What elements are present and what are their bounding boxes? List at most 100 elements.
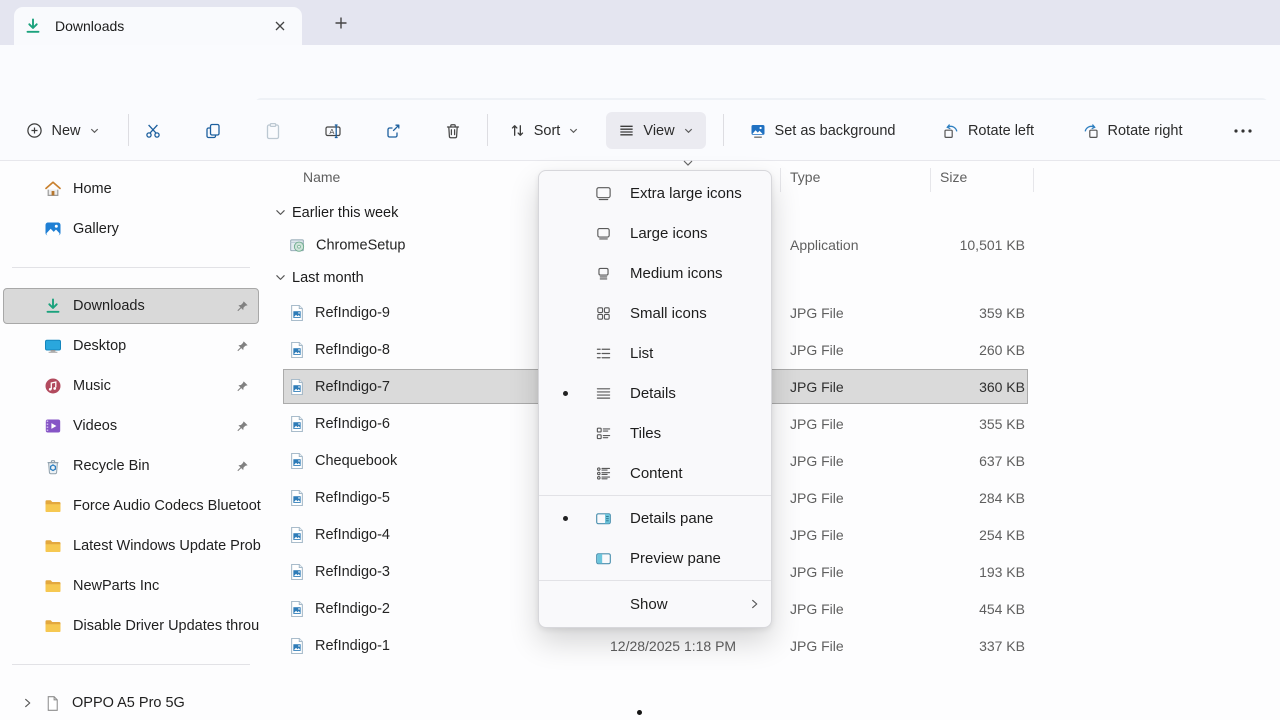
menu-item-extra-large-icons[interactable]: Extra large icons (539, 173, 771, 213)
file-size: 337 KB (890, 638, 1025, 654)
menu-item-preview-pane[interactable]: Preview pane (539, 538, 771, 578)
music-icon (44, 377, 62, 395)
paste-button[interactable] (253, 112, 293, 149)
view-hamburger-icon (618, 122, 635, 139)
sidebar-divider (12, 267, 250, 268)
sidebar-item-desktop[interactable]: Desktop (0, 326, 262, 366)
file-type: JPG File (790, 305, 844, 321)
sort-icon (509, 122, 526, 139)
file-size: 359 KB (890, 305, 1025, 321)
rotate-right-button[interactable]: Rotate right (1068, 112, 1196, 149)
column-header-size[interactable]: Size (940, 169, 967, 185)
menu-item-label: Large icons (630, 225, 759, 242)
small-icons-icon (595, 305, 612, 322)
cut-icon (144, 122, 162, 140)
wallpaper-image-icon (749, 122, 767, 140)
sidebar-item-gallery[interactable]: Gallery (0, 209, 262, 249)
menu-item-large-icons[interactable]: Large icons (539, 213, 771, 253)
sidebar-item-recycle-bin[interactable]: Recycle Bin (0, 446, 262, 486)
sort-button[interactable]: Sort (498, 112, 590, 149)
rotate-left-button[interactable]: Rotate left (928, 112, 1048, 149)
downloads-icon (44, 297, 62, 315)
file-name-cell: RefIndigo-6 (289, 415, 390, 433)
file-row-refindigo-1[interactable]: RefIndigo-112/28/2025 1:18 PMJPG File337… (262, 627, 1280, 664)
command-toolbar: New A Sort (0, 100, 1280, 161)
file-name-cell: RefIndigo-7 (289, 378, 390, 396)
folder-icon (44, 577, 62, 595)
chevron-down-icon (568, 125, 579, 136)
chevron-down-icon (683, 125, 694, 136)
file-name-cell: ChromeSetup (289, 237, 405, 254)
menu-item-details-pane[interactable]: Details pane (539, 498, 771, 538)
navigation-bar: Downloads (0, 45, 1280, 100)
file-size: 454 KB (890, 601, 1025, 617)
menu-separator (539, 580, 771, 581)
sidebar-item-oppo-a5-pro-5g[interactable]: OPPO A5 Pro 5G (0, 683, 262, 720)
group-label: Last month (292, 270, 364, 286)
file-name: Chequebook (315, 453, 397, 469)
more-options-button[interactable] (1221, 112, 1265, 149)
menu-item-label: Details (630, 385, 759, 402)
sidebar-item-force-audio-codecs-bluetoot[interactable]: Force Audio Codecs Bluetoot (0, 486, 262, 526)
menu-bullet-zone (561, 391, 595, 396)
rotate-right-icon (1082, 122, 1100, 140)
menu-item-tiles[interactable]: Tiles (539, 413, 771, 453)
tab-close-icon[interactable] (268, 14, 292, 38)
sidebar-item-videos[interactable]: Videos (0, 406, 262, 446)
page-icon (44, 695, 61, 712)
file-type: JPG File (790, 379, 844, 395)
sidebar-item-home[interactable]: Home (0, 169, 262, 209)
jpg-icon (289, 600, 305, 618)
menu-separator (539, 495, 771, 496)
menu-item-small-icons[interactable]: Small icons (539, 293, 771, 333)
trash-icon (444, 122, 462, 140)
menu-item-medium-icons[interactable]: Medium icons (539, 253, 771, 293)
rename-button[interactable]: A (313, 112, 353, 149)
share-icon (384, 122, 402, 140)
folder-icon (44, 537, 62, 555)
column-header-name[interactable]: Name (303, 169, 340, 185)
new-button[interactable]: New (16, 112, 110, 149)
view-button[interactable]: View (606, 112, 706, 149)
copy-button[interactable] (193, 112, 233, 149)
menu-icon-zone (595, 385, 622, 402)
file-name: RefIndigo-1 (315, 638, 390, 654)
sidebar-item-label: OPPO A5 Pro 5G (72, 695, 262, 711)
installer-icon (289, 237, 306, 254)
file-type: JPG File (790, 342, 844, 358)
sidebar-item-music[interactable]: Music (0, 366, 262, 406)
sidebar-item-label: Home (73, 181, 262, 197)
set-as-background-button[interactable]: Set as background (733, 112, 911, 149)
file-type: JPG File (790, 527, 844, 543)
paste-icon (264, 122, 282, 140)
plus-circle-icon (26, 122, 43, 139)
menu-item-list[interactable]: List (539, 333, 771, 373)
sidebar-divider (12, 664, 250, 665)
sidebar-item-downloads[interactable]: Downloads (0, 286, 262, 326)
file-size: 260 KB (890, 342, 1025, 358)
home-icon (44, 180, 62, 198)
delete-button[interactable] (433, 112, 473, 149)
new-tab-button[interactable] (328, 10, 354, 36)
cut-button[interactable] (133, 112, 173, 149)
share-button[interactable] (373, 112, 413, 149)
column-header-type[interactable]: Type (790, 169, 820, 185)
file-name: RefIndigo-9 (315, 305, 390, 321)
menu-item-show[interactable]: Show (539, 583, 771, 625)
rotate-left-label: Rotate left (968, 123, 1034, 139)
file-type: JPG File (790, 564, 844, 580)
menu-item-details[interactable]: Details (539, 373, 771, 413)
file-name-cell: RefIndigo-9 (289, 304, 390, 322)
sidebar-item-disable-driver-updates-throu[interactable]: Disable Driver Updates throu (0, 606, 262, 646)
file-type: JPG File (790, 638, 844, 654)
videos-icon (44, 417, 62, 435)
sidebar-item-latest-windows-update-prob[interactable]: Latest Windows Update Prob (0, 526, 262, 566)
rotate-left-icon (942, 122, 960, 140)
sidebar-item-newparts-inc[interactable]: NewParts Inc (0, 566, 262, 606)
file-name: ChromeSetup (316, 237, 405, 253)
selected-bullet-icon (563, 516, 568, 521)
explorer-tab[interactable]: Downloads (14, 7, 302, 45)
sidebar-item-label: Recycle Bin (73, 458, 262, 474)
menu-item-label: Extra large icons (630, 185, 759, 202)
menu-item-content[interactable]: Content (539, 453, 771, 493)
